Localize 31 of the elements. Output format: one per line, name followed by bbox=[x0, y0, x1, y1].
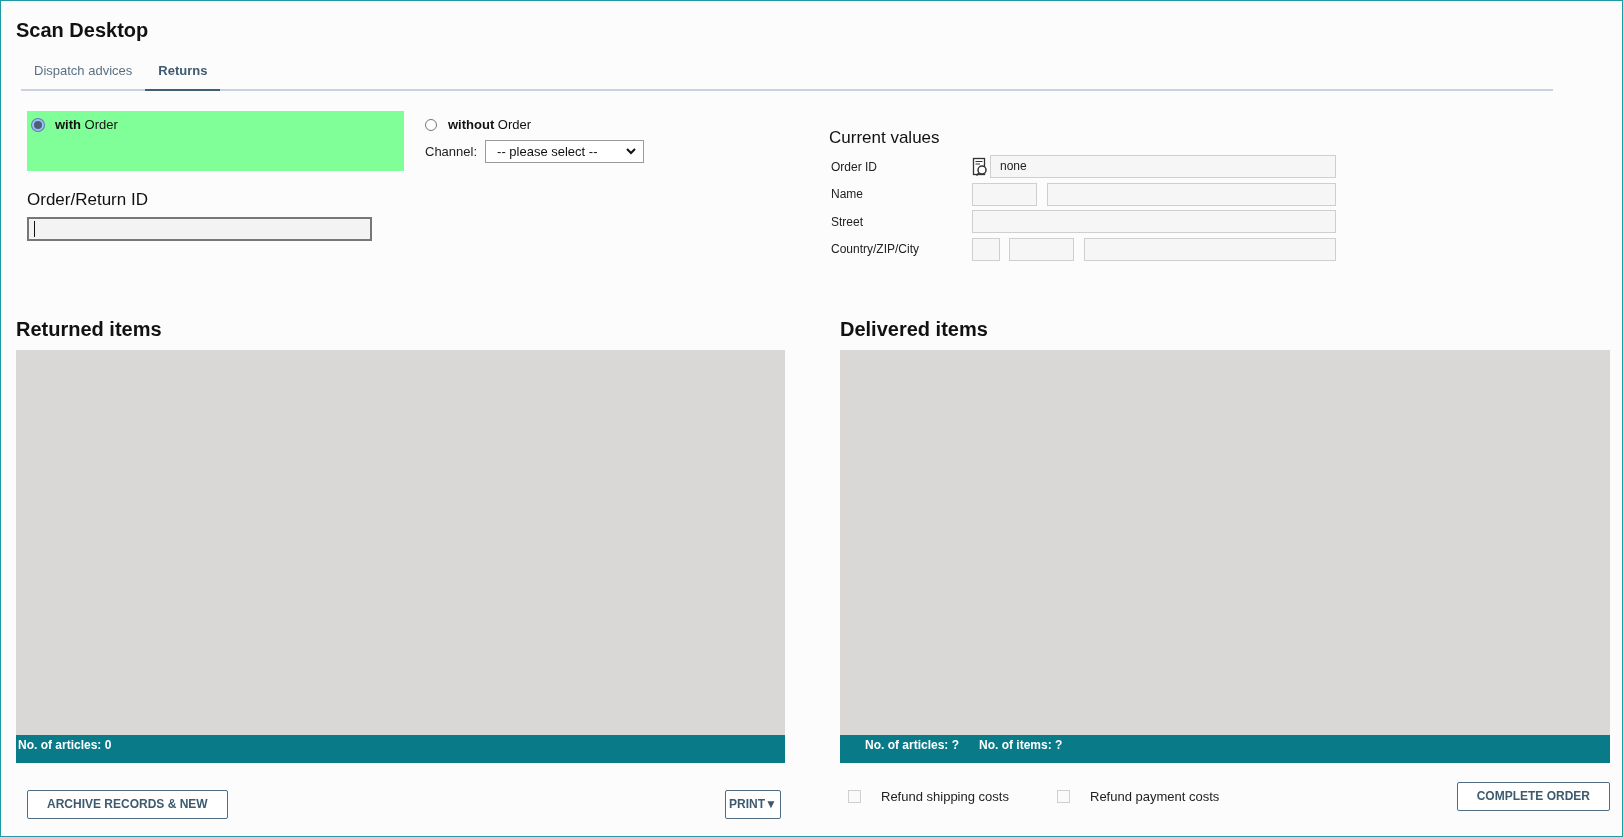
tab[interactable]: Dispatch advices bbox=[21, 52, 146, 91]
print-menu-button[interactable]: PRINT▼ bbox=[725, 789, 781, 819]
summary-text: No. of articles: ? bbox=[865, 736, 959, 754]
checkbox-label: Refund payment costs bbox=[1090, 788, 1220, 804]
section-title: Returned items bbox=[16, 316, 162, 341]
radio-button[interactable] bbox=[425, 119, 437, 131]
chevron-down-icon bbox=[626, 148, 637, 155]
page-title: Scan Desktop bbox=[16, 18, 149, 43]
field-label: Name bbox=[830, 187, 864, 201]
lookup-icon[interactable] bbox=[972, 156, 988, 177]
text-field[interactable] bbox=[27, 217, 372, 241]
checkbox[interactable] bbox=[848, 789, 861, 803]
checkbox[interactable] bbox=[1057, 789, 1070, 803]
field-label: Order/Return ID bbox=[27, 189, 148, 211]
section-title: Delivered items bbox=[840, 316, 988, 341]
channel-select[interactable]: -- please select -- bbox=[485, 140, 645, 163]
section-title: Current values bbox=[829, 127, 940, 149]
summary-text: No. of items: ? bbox=[979, 736, 1063, 754]
radio-button[interactable] bbox=[32, 119, 44, 131]
checkbox-label: Refund shipping costs bbox=[881, 788, 1009, 804]
field-label: Order ID bbox=[830, 159, 878, 174]
text-field[interactable]: none bbox=[990, 155, 1336, 178]
radio-label: with Order bbox=[55, 117, 118, 133]
radio-label: without Order bbox=[448, 117, 532, 133]
field-label: Street bbox=[830, 214, 864, 229]
field-label: Channel: bbox=[425, 143, 478, 160]
summary-text: No. of articles: 0 bbox=[18, 736, 112, 754]
action-button[interactable]: ARCHIVE RECORDS & NEW bbox=[27, 789, 228, 819]
action-button[interactable]: COMPLETE ORDER bbox=[1456, 781, 1610, 811]
tab[interactable]: Returns bbox=[145, 52, 221, 91]
field-label: Country/ZIP/City bbox=[830, 242, 921, 256]
